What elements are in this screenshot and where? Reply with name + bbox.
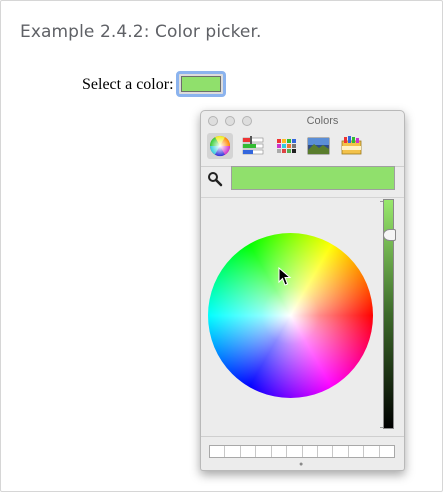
resize-handle-icon[interactable]: ●	[299, 461, 303, 468]
swatch-slot[interactable]	[210, 446, 226, 457]
page-title: Example 2.4.2: Color picker.	[20, 22, 262, 42]
swatch-slot[interactable]	[333, 446, 349, 457]
color-wheel-icon	[209, 135, 231, 157]
sliders-icon	[242, 136, 264, 155]
colors-panel: Colors ●	[200, 110, 405, 471]
content-divider	[201, 197, 404, 198]
crayons-icon	[341, 136, 362, 155]
magnifier-icon[interactable]	[207, 171, 223, 187]
tab-color-sliders[interactable]	[240, 133, 266, 159]
image-icon	[307, 137, 330, 155]
swatch-slot[interactable]	[272, 446, 288, 457]
swatch-slot[interactable]	[225, 446, 241, 457]
swatch-slot[interactable]	[380, 446, 394, 457]
swatch-slot[interactable]	[241, 446, 257, 457]
swatch-slot[interactable]	[318, 446, 334, 457]
color-search-field[interactable]	[231, 166, 395, 190]
tab-color-palettes[interactable]	[273, 133, 299, 159]
swatch-slot[interactable]	[364, 446, 380, 457]
tab-image-palettes[interactable]	[305, 133, 331, 159]
brightness-slider-thumb[interactable]	[383, 229, 396, 241]
color-input[interactable]	[176, 71, 226, 97]
tab-pencils[interactable]	[338, 133, 364, 159]
swatch-slot[interactable]	[256, 446, 272, 457]
mouse-cursor-icon	[278, 267, 292, 286]
palette-icon	[277, 139, 296, 153]
tab-color-wheel[interactable]	[207, 133, 233, 159]
panel-title: Colors	[306, 115, 339, 127]
panel-titlebar[interactable]: Colors	[201, 111, 404, 131]
swatch-slot[interactable]	[349, 446, 365, 457]
color-input-swatch	[181, 76, 221, 92]
swatch-strip[interactable]	[209, 445, 395, 458]
toolbar-divider	[201, 166, 404, 167]
swatch-slot[interactable]	[303, 446, 318, 457]
select-color-label: Select a color:	[82, 76, 174, 93]
bottom-divider	[201, 436, 404, 437]
color-wheel[interactable]	[208, 233, 373, 398]
mode-toolbar	[201, 131, 404, 166]
swatch-slot[interactable]	[287, 446, 303, 457]
